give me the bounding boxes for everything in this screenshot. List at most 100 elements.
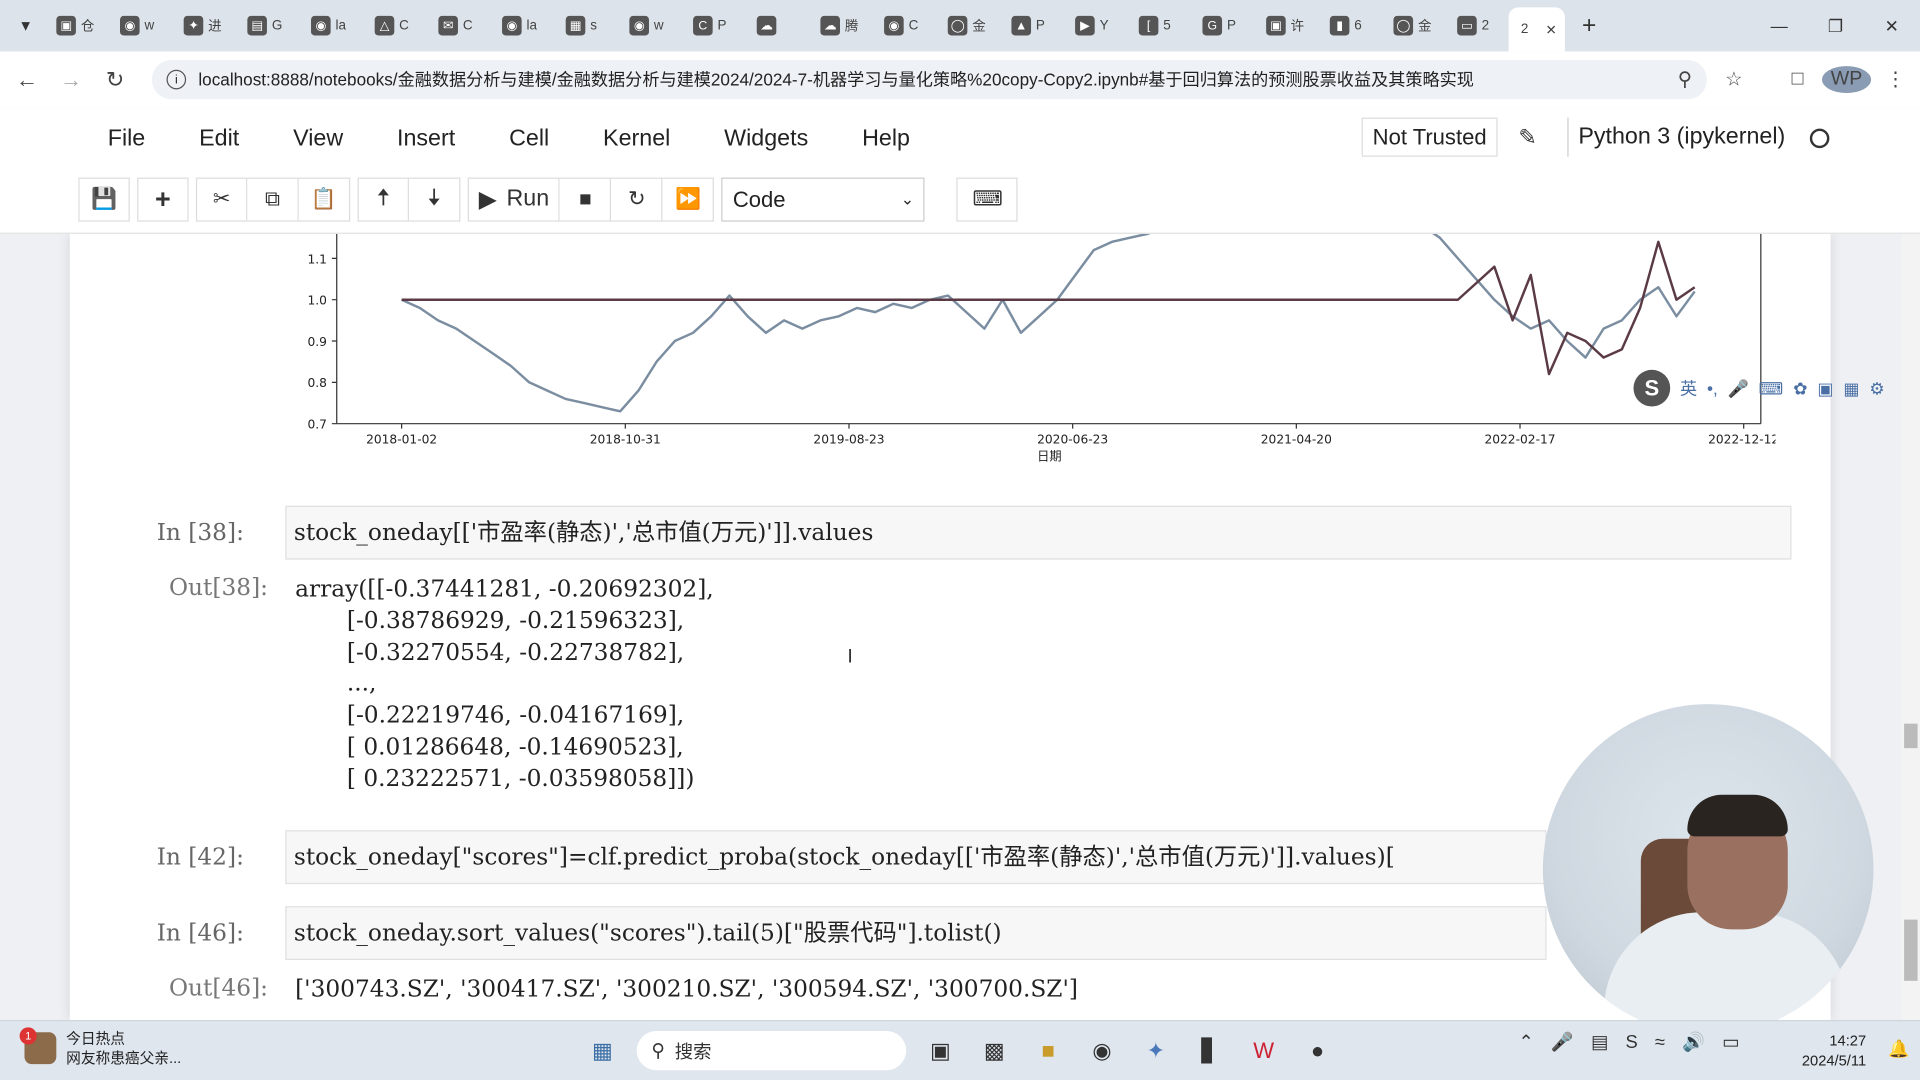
menu-widgets[interactable]: Widgets <box>697 120 835 159</box>
new-tab-icon[interactable]: + <box>1582 12 1596 40</box>
menu-file[interactable]: File <box>83 120 172 159</box>
extensions-icon[interactable]: □ <box>1773 69 1822 91</box>
back-icon[interactable]: ← <box>5 58 49 102</box>
ime-lang[interactable]: 英 <box>1680 376 1697 400</box>
browser-tab[interactable]: ◯ 金 <box>1381 7 1445 44</box>
menu-help[interactable]: Help <box>835 120 937 159</box>
restore-icon[interactable]: ❐ <box>1807 0 1863 51</box>
insert-cell-icon[interactable]: + <box>137 177 189 222</box>
page-scrollbar[interactable] <box>1901 233 1920 1021</box>
code-cell-46[interactable]: stock_oneday.sort_values("scores").tail(… <box>285 906 1547 961</box>
file-explorer-icon[interactable]: ■ <box>1029 1031 1068 1070</box>
browser-tab[interactable]: ✦ 进 <box>171 7 235 44</box>
move-down-icon[interactable]: 🠣 <box>408 177 461 222</box>
move-up-icon[interactable]: 🠡 <box>357 177 409 222</box>
chrome-icon[interactable]: ◉ <box>1082 1031 1121 1070</box>
menu-kernel[interactable]: Kernel <box>576 120 697 159</box>
settings-icon[interactable]: ⚙ <box>1869 378 1884 399</box>
punctuation-icon[interactable]: •, <box>1707 378 1718 398</box>
tray-sogou-icon[interactable]: S <box>1625 1032 1637 1053</box>
skin-icon[interactable]: ✿ <box>1793 378 1807 399</box>
start-icon[interactable]: ▦ <box>583 1031 622 1070</box>
wps-icon[interactable]: W <box>1244 1031 1283 1070</box>
feather-icon[interactable]: ✦ <box>1136 1031 1175 1070</box>
microphone-icon[interactable]: 🎤 <box>1728 378 1749 399</box>
browser-tab[interactable]: ✉ C <box>426 7 490 44</box>
profile-button[interactable]: WP <box>1822 66 1872 94</box>
browser-tab[interactable]: ▭ 2 <box>1445 7 1509 44</box>
active-tab[interactable]: 2 ✕ <box>1508 7 1565 52</box>
cut-icon[interactable]: ✂ <box>195 177 248 222</box>
browser-tab[interactable]: ▲ P <box>999 7 1063 44</box>
notification-icon[interactable]: 🔔 <box>1888 1038 1909 1059</box>
edit-pencil-icon[interactable]: ✎ <box>1518 125 1536 151</box>
kernel-name[interactable]: Python 3 (ipykernel) <box>1567 117 1785 157</box>
browser-tab[interactable]: ☁ 腾 <box>808 7 872 44</box>
site-info-icon[interactable]: i <box>166 69 187 90</box>
browser-tab[interactable]: ▣ 仓 <box>44 7 108 44</box>
menu-view[interactable]: View <box>266 120 370 159</box>
grid-icon[interactable]: ▦ <box>1843 378 1859 399</box>
wifi-icon[interactable]: ≈ <box>1655 1032 1665 1053</box>
browser-tab[interactable]: ☁ <box>744 7 808 44</box>
output-46: ['300743.SZ', '300417.SZ', '300210.SZ', … <box>295 975 1078 1003</box>
task-view-icon[interactable]: ▣ <box>921 1031 960 1070</box>
code-cell-42[interactable]: stock_oneday["scores"]=clf.predict_proba… <box>285 830 1547 885</box>
minimize-icon[interactable]: — <box>1751 0 1807 51</box>
browser-tab[interactable]: ◉ w <box>617 7 681 44</box>
browser-tab[interactable]: ◉ C <box>872 7 936 44</box>
tab-search-icon[interactable]: ▼ <box>7 7 44 44</box>
zoom-icon[interactable]: ⚲ <box>1660 67 1709 91</box>
app-icon[interactable]: ▩ <box>975 1031 1014 1070</box>
volume-icon[interactable]: 🔊 <box>1682 1031 1705 1053</box>
scroll-thumb[interactable] <box>1904 919 1918 981</box>
news-widget[interactable]: 1 今日热点 网友称患癌父亲... <box>19 1027 181 1068</box>
browser-tab[interactable]: ▣ 许 <box>1254 7 1318 44</box>
menu-edit[interactable]: Edit <box>172 120 266 159</box>
reload-icon[interactable]: ↻ <box>93 58 137 102</box>
gamepad-icon[interactable]: ▣ <box>1817 378 1833 399</box>
tray-chevron-icon[interactable]: ⌃ <box>1518 1031 1533 1053</box>
browser-tab[interactable]: GP <box>1190 7 1254 44</box>
not-trusted-badge[interactable]: Not Trusted <box>1361 117 1498 157</box>
browser-tab[interactable]: ▶ Y <box>1063 7 1127 44</box>
browser-tab[interactable]: [5 <box>1127 7 1191 44</box>
keyboard-icon[interactable]: ⌨ <box>1759 378 1784 399</box>
scroll-thumb[interactable] <box>1904 723 1918 749</box>
taskbar-search[interactable]: ⚲ 搜索 <box>636 1031 907 1071</box>
browser-tab[interactable]: ◉ la <box>299 7 363 44</box>
taskbar-clock[interactable]: 14:27 2024/5/11 <box>1795 1031 1866 1070</box>
address-bar[interactable]: i localhost:8888/notebooks/金融数据分析与建模/金融数… <box>151 60 1707 100</box>
browser-menu-icon[interactable]: ⋮ <box>1871 67 1920 91</box>
bookmark-star-icon[interactable]: ☆ <box>1709 67 1758 91</box>
browser-tab[interactable]: ▤ G <box>235 7 299 44</box>
browser-tab[interactable]: ▮ 6 <box>1318 7 1382 44</box>
paste-icon[interactable]: 📋 <box>298 177 351 222</box>
cell-type-select[interactable]: Code ⌄ <box>721 177 926 222</box>
restart-run-all-icon[interactable]: ⏩ <box>663 177 715 222</box>
keyboard-icon[interactable]: ⌨ <box>956 177 1019 222</box>
terminal-icon[interactable]: ▋ <box>1190 1031 1229 1070</box>
tray-app-icon[interactable]: ▤ <box>1591 1031 1608 1053</box>
recorder-icon[interactable]: ● <box>1298 1031 1337 1070</box>
menu-insert[interactable]: Insert <box>370 120 482 159</box>
tab-close-icon[interactable]: ✕ <box>1545 21 1556 38</box>
interrupt-icon[interactable]: ■ <box>560 177 612 222</box>
code-cell-38[interactable]: stock_oneday[['市盈率(静态)','总市值(万元)']].valu… <box>285 505 1792 560</box>
sogou-logo-icon[interactable]: S <box>1633 369 1671 407</box>
battery-icon[interactable]: ▭ <box>1722 1031 1739 1053</box>
browser-tab[interactable]: ◯ 金 <box>936 7 1000 44</box>
restart-icon[interactable]: ↻ <box>611 177 664 222</box>
browser-tab[interactable]: ▦ s <box>553 7 617 44</box>
tray-microphone-icon[interactable]: 🎤 <box>1551 1031 1574 1053</box>
close-window-icon[interactable]: ✕ <box>1864 0 1920 51</box>
browser-tab[interactable]: ◉ w <box>108 7 172 44</box>
save-icon[interactable]: 💾 <box>78 177 130 222</box>
browser-tab[interactable]: ◉ la <box>490 7 554 44</box>
run-button[interactable]: ▶ Run <box>467 177 561 222</box>
browser-tab[interactable]: △ C <box>362 7 426 44</box>
forward-icon[interactable]: → <box>49 58 93 102</box>
copy-icon[interactable]: ⧉ <box>247 177 299 222</box>
browser-tab[interactable]: CP <box>681 7 745 44</box>
menu-cell[interactable]: Cell <box>482 120 576 159</box>
